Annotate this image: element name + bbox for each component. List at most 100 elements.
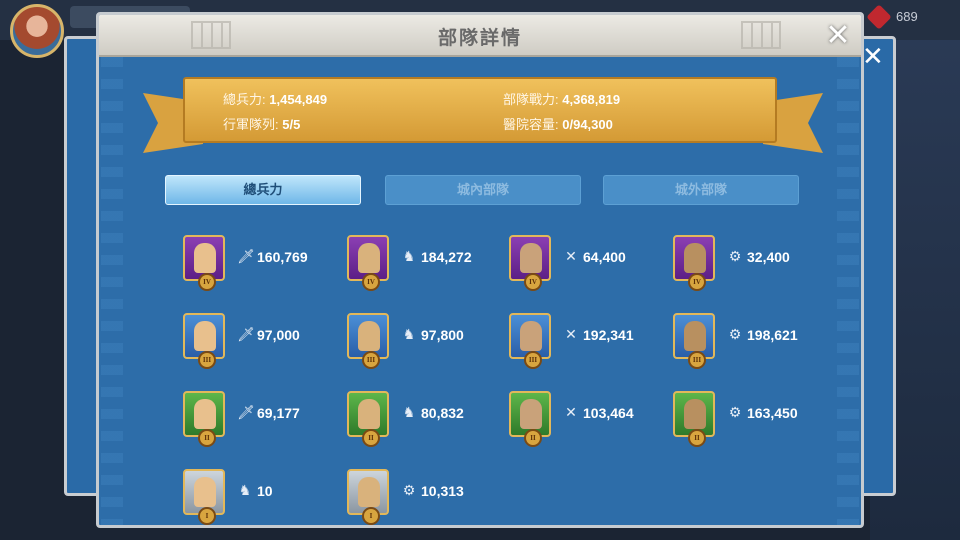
troop-entry[interactable]: III 🗡 97,000 bbox=[183, 313, 343, 369]
troop-portrait[interactable]: IV bbox=[509, 235, 551, 291]
horse-icon: ♞ bbox=[402, 249, 416, 265]
troop-entry[interactable]: IV 🗡 160,769 bbox=[183, 235, 343, 291]
troop-entry[interactable]: IV ♞ 184,272 bbox=[347, 235, 507, 291]
tab-total-troops[interactable]: 總兵力 bbox=[165, 175, 361, 205]
tier-badge: I bbox=[362, 507, 380, 525]
troop-portrait[interactable]: II bbox=[509, 391, 551, 447]
tier-badge: III bbox=[198, 351, 216, 369]
troop-power-value: 4,368,819 bbox=[562, 92, 621, 107]
troop-entry[interactable]: III ⚙ 198,621 bbox=[673, 313, 833, 369]
troop-count: 64,400 bbox=[583, 249, 626, 265]
troop-count: 184,272 bbox=[421, 249, 472, 265]
bow-icon: ✕ bbox=[565, 405, 577, 421]
tier-badge: II bbox=[524, 429, 542, 447]
troop-entry[interactable]: II ♞ 80,832 bbox=[347, 391, 507, 447]
troop-count: 192,341 bbox=[583, 327, 634, 343]
total-troops-stat: 總兵力: 1,454,849 bbox=[223, 89, 327, 108]
sword-icon: 🗡 bbox=[237, 405, 255, 421]
troop-count: 10 bbox=[257, 483, 273, 499]
troop-count: 160,769 bbox=[257, 249, 308, 265]
siege-icon: ⚙ bbox=[402, 483, 416, 499]
troop-count: 103,464 bbox=[583, 405, 634, 421]
troop-portrait[interactable]: IV bbox=[347, 235, 389, 291]
troop-count: 97,000 bbox=[257, 327, 300, 343]
total-troops-label: 總兵力: bbox=[223, 92, 266, 107]
cavalry-unit-icon bbox=[358, 321, 380, 351]
hospital-capacity-value: 0/94,300 bbox=[562, 117, 613, 132]
troop-entry[interactable]: I ⚙ 10,313 bbox=[347, 469, 507, 525]
troop-details-panel: 部隊詳情 ✕ 總兵力: 1,454,849 部隊戰力: 4,368,819 行軍… bbox=[96, 12, 864, 528]
troop-portrait[interactable]: III bbox=[347, 313, 389, 369]
total-troops-value: 1,454,849 bbox=[269, 92, 328, 107]
troop-portrait[interactable]: II bbox=[673, 391, 715, 447]
troop-entry[interactable]: III ✕ 192,341 bbox=[509, 313, 669, 369]
close-button[interactable]: ✕ bbox=[821, 19, 855, 53]
hospital-capacity-label: 醫院容量: bbox=[503, 117, 559, 132]
tier-badge: IV bbox=[524, 273, 542, 291]
troop-count: 198,621 bbox=[747, 327, 798, 343]
cavalry-unit-icon bbox=[358, 243, 380, 273]
troop-count: 69,177 bbox=[257, 405, 300, 421]
troop-count: 80,832 bbox=[421, 405, 464, 421]
cavalry-unit-icon bbox=[358, 477, 380, 507]
troop-power-label: 部隊戰力: bbox=[503, 92, 559, 107]
troop-count: 163,450 bbox=[747, 405, 798, 421]
tier-badge: III bbox=[362, 351, 380, 369]
troop-portrait[interactable]: IV bbox=[183, 235, 225, 291]
horse-icon: ♞ bbox=[402, 405, 416, 421]
troop-portrait[interactable]: I bbox=[347, 469, 389, 525]
siege-unit-icon bbox=[684, 399, 706, 429]
siege-unit-icon bbox=[684, 243, 706, 273]
march-queue-value: 5/5 bbox=[282, 117, 301, 132]
tier-badge: II bbox=[688, 429, 706, 447]
siege-icon: ⚙ bbox=[728, 249, 742, 265]
troop-entry[interactable]: I ♞ 10 bbox=[183, 469, 343, 525]
troop-entry[interactable]: III ♞ 97,800 bbox=[347, 313, 507, 369]
cavalry-unit-icon bbox=[358, 399, 380, 429]
troop-portrait[interactable]: IV bbox=[673, 235, 715, 291]
panel-title: 部隊詳情 bbox=[437, 27, 522, 49]
troop-portrait[interactable]: III bbox=[183, 313, 225, 369]
troop-entry[interactable]: II 🗡 69,177 bbox=[183, 391, 343, 447]
tier-badge: IV bbox=[362, 273, 380, 291]
bow-icon: ✕ bbox=[565, 249, 577, 265]
troop-count: 97,800 bbox=[421, 327, 464, 343]
tier-badge: IV bbox=[198, 273, 216, 291]
troop-entry[interactable]: II ⚙ 163,450 bbox=[673, 391, 833, 447]
troop-portrait[interactable]: II bbox=[347, 391, 389, 447]
troop-entry[interactable]: II ✕ 103,464 bbox=[509, 391, 669, 447]
tab-troops-in-city[interactable]: 城內部隊 bbox=[385, 175, 581, 205]
troop-portrait[interactable]: III bbox=[509, 313, 551, 369]
sword-icon: 🗡 bbox=[237, 327, 255, 343]
siege-icon: ⚙ bbox=[728, 327, 742, 343]
march-queue-label: 行軍隊列: bbox=[223, 117, 279, 132]
archer-unit-icon bbox=[520, 243, 542, 273]
tier-badge: II bbox=[198, 429, 216, 447]
troop-portrait[interactable]: III bbox=[673, 313, 715, 369]
back-panel-close-icon[interactable]: ✕ bbox=[862, 42, 884, 72]
infantry-unit-icon bbox=[194, 321, 216, 351]
siege-icon: ⚙ bbox=[728, 405, 742, 421]
left-border-pattern bbox=[101, 57, 123, 525]
tier-badge: III bbox=[524, 351, 542, 369]
tier-badge: I bbox=[198, 507, 216, 525]
sword-icon: 🗡 bbox=[237, 249, 255, 265]
tier-badge: II bbox=[362, 429, 380, 447]
infantry-unit-icon bbox=[194, 399, 216, 429]
panel-header: 部隊詳情 ✕ bbox=[99, 15, 861, 57]
troop-entry[interactable]: IV ✕ 64,400 bbox=[509, 235, 669, 291]
siege-unit-icon bbox=[684, 321, 706, 351]
player-avatar[interactable] bbox=[10, 4, 64, 58]
infantry-unit-icon bbox=[194, 477, 216, 507]
right-border-pattern bbox=[837, 57, 859, 525]
tab-troops-outside[interactable]: 城外部隊 bbox=[603, 175, 799, 205]
troop-count: 10,313 bbox=[421, 483, 464, 499]
troop-portrait[interactable]: II bbox=[183, 391, 225, 447]
archer-unit-icon bbox=[520, 399, 542, 429]
troop-portrait[interactable]: I bbox=[183, 469, 225, 525]
gem-count: 689 bbox=[896, 9, 918, 24]
bow-icon: ✕ bbox=[565, 327, 577, 343]
archer-unit-icon bbox=[520, 321, 542, 351]
troop-entry[interactable]: IV ⚙ 32,400 bbox=[673, 235, 833, 291]
infantry-unit-icon bbox=[194, 243, 216, 273]
